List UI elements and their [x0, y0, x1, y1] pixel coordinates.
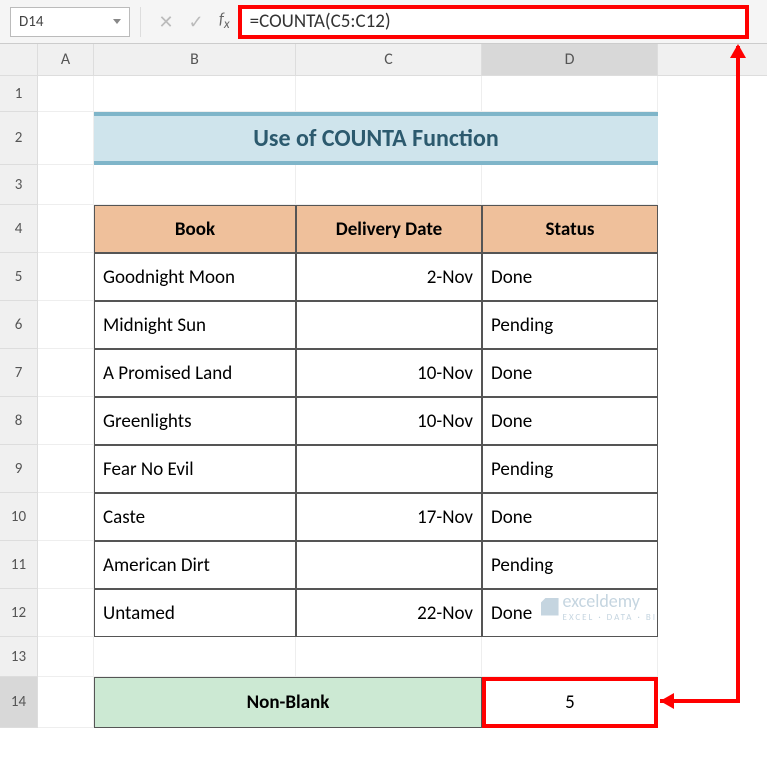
- row-header-13[interactable]: 13: [0, 637, 38, 677]
- col-header-C[interactable]: C: [296, 44, 482, 75]
- cell-A10[interactable]: [38, 493, 94, 541]
- cell-book-4[interactable]: Fear No Evil: [94, 445, 296, 493]
- row-header-6[interactable]: 6: [0, 301, 38, 349]
- cell-A2[interactable]: [38, 112, 94, 165]
- fx-icon[interactable]: fx: [211, 10, 238, 32]
- cell-status-2[interactable]: Done: [482, 349, 658, 397]
- cell-book-6[interactable]: American Dirt: [94, 541, 296, 589]
- cell-A14[interactable]: [38, 677, 94, 728]
- row-header-5[interactable]: 5: [0, 253, 38, 301]
- row-headers: 1 2 3 4 5 6 7 8 9 10 11 12 13 14: [0, 76, 38, 728]
- cell-A6[interactable]: [38, 301, 94, 349]
- cell-A8[interactable]: [38, 397, 94, 445]
- row-header-11[interactable]: 11: [0, 541, 38, 589]
- cell-B3[interactable]: [94, 165, 296, 205]
- cell-status-1[interactable]: Pending: [482, 301, 658, 349]
- cell-A5[interactable]: [38, 253, 94, 301]
- formula-bar: D14 ✕ ✓ fx =COUNTA(C5:C12): [0, 0, 767, 44]
- cell-date-2[interactable]: 10-Nov: [296, 349, 482, 397]
- cell-status-4[interactable]: Pending: [482, 445, 658, 493]
- cell-C3[interactable]: [296, 165, 482, 205]
- header-date[interactable]: Delivery Date: [296, 205, 482, 253]
- cell-status-0[interactable]: Done: [482, 253, 658, 301]
- cell-date-5[interactable]: 17-Nov: [296, 493, 482, 541]
- cancel-icon[interactable]: ✕: [151, 7, 181, 37]
- formula-input[interactable]: =COUNTA(C5:C12): [238, 5, 749, 39]
- nonblank-label[interactable]: Non-Blank: [94, 677, 482, 728]
- cell-A13[interactable]: [38, 637, 94, 677]
- cell-date-3[interactable]: 10-Nov: [296, 397, 482, 445]
- row-header-2[interactable]: 2: [0, 112, 38, 165]
- cell-D13[interactable]: [482, 637, 658, 677]
- cell-A1[interactable]: [38, 76, 94, 112]
- cell-A12[interactable]: [38, 589, 94, 637]
- row-header-1[interactable]: 1: [0, 76, 38, 112]
- cell-A3[interactable]: [38, 165, 94, 205]
- cell-A11[interactable]: [38, 541, 94, 589]
- cell-status-5[interactable]: Done: [482, 493, 658, 541]
- cell-D1[interactable]: [482, 76, 658, 112]
- cell-book-1[interactable]: Midnight Sun: [94, 301, 296, 349]
- cell-date-6[interactable]: [296, 541, 482, 589]
- formula-text: =COUNTA(C5:C12): [250, 10, 391, 33]
- title-cell[interactable]: Use of COUNTA Function: [94, 112, 658, 165]
- cell-book-0[interactable]: Goodnight Moon: [94, 253, 296, 301]
- cell-status-6[interactable]: Pending: [482, 541, 658, 589]
- cell-book-3[interactable]: Greenlights: [94, 397, 296, 445]
- col-header-D[interactable]: D: [482, 44, 658, 75]
- cell-D14[interactable]: 5: [482, 677, 658, 728]
- col-header-B[interactable]: B: [94, 44, 296, 75]
- column-headers: A B C D: [0, 44, 767, 76]
- separator: [140, 7, 141, 37]
- cell-A7[interactable]: [38, 349, 94, 397]
- cell-status-7[interactable]: Done: [482, 589, 658, 637]
- row-header-9[interactable]: 9: [0, 445, 38, 493]
- row-header-14[interactable]: 14: [0, 677, 38, 728]
- header-status[interactable]: Status: [482, 205, 658, 253]
- row-header-10[interactable]: 10: [0, 493, 38, 541]
- cell-date-4[interactable]: [296, 445, 482, 493]
- row-header-12[interactable]: 12: [0, 589, 38, 637]
- row-header-7[interactable]: 7: [0, 349, 38, 397]
- cell-status-3[interactable]: Done: [482, 397, 658, 445]
- name-box-value: D14: [19, 13, 43, 31]
- cell-D3[interactable]: [482, 165, 658, 205]
- cell-date-0[interactable]: 2-Nov: [296, 253, 482, 301]
- cell-date-1[interactable]: [296, 301, 482, 349]
- row-header-3[interactable]: 3: [0, 165, 38, 205]
- name-box[interactable]: D14: [10, 7, 130, 37]
- cell-book-5[interactable]: Caste: [94, 493, 296, 541]
- row-header-4[interactable]: 4: [0, 205, 38, 253]
- enter-icon[interactable]: ✓: [181, 7, 211, 37]
- cells-area: Use of COUNTA Function Book Delivery Dat…: [38, 76, 767, 728]
- cell-B1[interactable]: [94, 76, 296, 112]
- cell-book-2[interactable]: A Promised Land: [94, 349, 296, 397]
- cell-date-7[interactable]: 22-Nov: [296, 589, 482, 637]
- header-book[interactable]: Book: [94, 205, 296, 253]
- dropdown-icon[interactable]: [113, 19, 121, 24]
- cell-C1[interactable]: [296, 76, 482, 112]
- cell-A9[interactable]: [38, 445, 94, 493]
- col-header-A[interactable]: A: [38, 44, 94, 75]
- cell-C13[interactable]: [296, 637, 482, 677]
- cell-book-7[interactable]: Untamed: [94, 589, 296, 637]
- select-all-cell[interactable]: [0, 44, 38, 75]
- cell-B13[interactable]: [94, 637, 296, 677]
- cell-A4[interactable]: [38, 205, 94, 253]
- row-header-8[interactable]: 8: [0, 397, 38, 445]
